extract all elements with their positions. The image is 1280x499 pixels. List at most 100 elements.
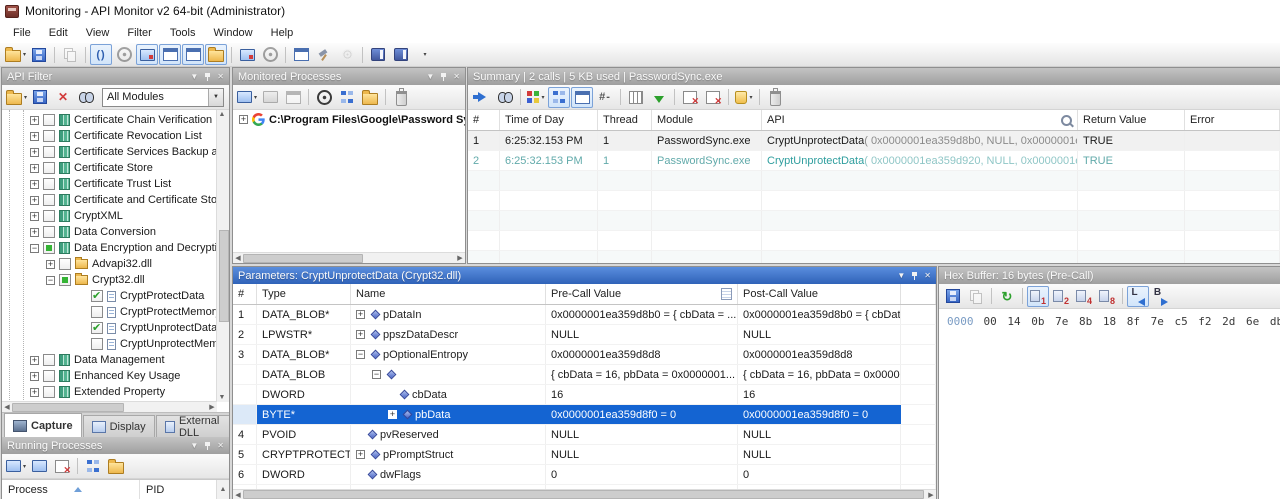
expander-icon[interactable]: +	[388, 410, 397, 419]
tree-checkbox[interactable]	[91, 338, 103, 350]
tree-item[interactable]: +CryptXML	[2, 208, 217, 224]
export-icon[interactable]	[648, 87, 670, 108]
attach-process-icon[interactable]	[259, 44, 281, 65]
toolbar-overflow-icon[interactable]: ▾	[413, 44, 435, 65]
pin-icon[interactable]	[911, 271, 918, 280]
tree-checkbox[interactable]	[91, 290, 103, 302]
save-buffer-icon[interactable]	[942, 286, 964, 307]
edit-monitor-icon[interactable]	[259, 87, 281, 108]
monitored-process-row[interactable]: + C:\Program Files\Google\Password Sync\…	[233, 110, 465, 126]
stop-monitor-icon[interactable]	[51, 456, 73, 477]
close-icon[interactable]: ✕	[217, 73, 224, 81]
clear-api-icon[interactable]	[679, 87, 701, 108]
panel-menu-icon[interactable]: ▼	[426, 73, 434, 81]
tree-checkbox[interactable]	[43, 386, 55, 398]
tree-checkbox[interactable]	[91, 306, 103, 318]
tree-item[interactable]: −Data Encryption and Decrypti	[2, 240, 217, 256]
tree-item[interactable]: +Certificate Store	[2, 160, 217, 176]
close-icon[interactable]: ✕	[217, 442, 224, 450]
tree-item[interactable]: +Certificate Services Backup an	[2, 144, 217, 160]
column-header-api[interactable]: API	[762, 110, 1078, 130]
close-icon[interactable]: ✕	[924, 272, 931, 280]
little-endian-icon[interactable]: L	[1127, 286, 1149, 307]
copy-buffer-icon[interactable]	[965, 286, 987, 307]
panel-menu-icon[interactable]: ▼	[190, 442, 198, 450]
group-1-byte-icon[interactable]: 1	[1027, 286, 1049, 307]
tree-checkbox[interactable]	[43, 130, 55, 142]
tree-checkbox[interactable]	[43, 114, 55, 126]
new-monitor-window-icon[interactable]	[136, 44, 158, 65]
tree-checkbox[interactable]	[43, 370, 55, 382]
expander-icon[interactable]: +	[30, 164, 39, 173]
tree-checkbox[interactable]	[43, 354, 55, 366]
fingerprint-icon[interactable]	[336, 44, 358, 65]
module-filter-combobox[interactable]: All Modules ▼	[102, 88, 224, 107]
find-api-icon[interactable]	[75, 87, 97, 108]
capture-braces-icon[interactable]: ()	[90, 44, 112, 65]
process-tree-icon[interactable]	[336, 87, 358, 108]
buffer-view-icon[interactable]	[721, 288, 732, 300]
remove-monitor-icon[interactable]	[282, 87, 304, 108]
locate-process-icon[interactable]	[313, 87, 335, 108]
expander-icon[interactable]: +	[30, 388, 39, 397]
expander-icon[interactable]: +	[356, 330, 365, 339]
delete-icon[interactable]	[390, 87, 412, 108]
tab-capture[interactable]: Capture	[4, 413, 82, 437]
column-header-process[interactable]: Process	[2, 480, 140, 499]
window-layout-icon[interactable]	[182, 44, 204, 65]
column-header-pre-call-value[interactable]: Pre-Call Value	[546, 284, 738, 304]
save-icon[interactable]	[28, 44, 50, 65]
process-tree-icon[interactable]	[82, 456, 104, 477]
tree-vertical-scrollbar[interactable]: ▲ ▼	[216, 110, 229, 402]
tree-item[interactable]: +Advapi32.dll	[2, 256, 217, 272]
tree-item[interactable]: −Crypt32.dll	[2, 272, 217, 288]
parameter-row[interactable]: 2LPWSTR*+ppszDataDescrNULLNULL	[233, 325, 936, 345]
expander-icon[interactable]: −	[372, 370, 381, 379]
column-header-module[interactable]: Module	[652, 110, 762, 130]
refresh-buffer-icon[interactable]: ↻	[996, 286, 1018, 307]
parameter-row[interactable]: 3DATA_BLOB*−pOptionalEntropy0x0000001ea3…	[233, 345, 936, 365]
delete-filter-icon[interactable]: ✕	[52, 87, 74, 108]
expander-icon[interactable]: +	[356, 450, 365, 459]
tree-item[interactable]: +Data Management	[2, 352, 217, 368]
pin-icon[interactable]	[204, 441, 211, 450]
columns-icon[interactable]	[625, 87, 647, 108]
tab-display[interactable]: Display	[83, 415, 155, 437]
highlight-grid-icon[interactable]: ▾	[525, 87, 547, 108]
copy-icon[interactable]	[59, 44, 81, 65]
find-icon[interactable]	[494, 87, 516, 108]
tree-checkbox[interactable]	[43, 146, 55, 158]
column-header--[interactable]: #	[233, 284, 257, 304]
expander-icon[interactable]: +	[356, 310, 365, 319]
parameter-row[interactable]: BYTE*+pbData0x0000001ea359d8f0 = 00x0000…	[233, 405, 936, 425]
search-icon[interactable]	[1061, 115, 1072, 126]
properties-icon[interactable]	[105, 456, 127, 477]
sequence-number-icon[interactable]: #-	[594, 87, 616, 108]
column-header-time-of-day[interactable]: Time of Day	[500, 110, 598, 130]
menu-item-tools[interactable]: Tools	[161, 22, 205, 43]
clear-module-icon[interactable]	[702, 87, 724, 108]
menu-item-window[interactable]: Window	[205, 22, 262, 43]
group-2-bytes-icon[interactable]: 2	[1050, 286, 1072, 307]
tree-item[interactable]: +Enhanced Key Usage	[2, 368, 217, 384]
stop-capture-icon[interactable]	[236, 44, 258, 65]
open-filter-icon[interactable]: ▾	[5, 87, 28, 108]
save-filter-icon[interactable]	[29, 87, 51, 108]
pin-icon[interactable]	[440, 72, 447, 81]
column-header-thread[interactable]: Thread	[598, 110, 652, 130]
tree-checkbox[interactable]	[59, 274, 71, 286]
display-window-icon[interactable]	[290, 44, 312, 65]
column-header-name[interactable]: Name	[351, 284, 546, 304]
column-header--[interactable]: #	[468, 110, 500, 130]
tree-item[interactable]: +Certificate Trust List	[2, 176, 217, 192]
combo-dropdown-icon[interactable]: ▼	[208, 89, 223, 106]
properties-icon[interactable]	[359, 87, 381, 108]
parameter-row[interactable]: 6DWORDdwFlags00	[233, 465, 936, 485]
library-icon[interactable]	[367, 44, 389, 65]
expander-icon[interactable]: +	[46, 260, 55, 269]
close-icon[interactable]: ✕	[453, 73, 460, 81]
monitored-horizontal-scrollbar[interactable]: ◀ ▶	[233, 252, 465, 263]
api-call-row[interactable]: 16:25:32.153 PM1PasswordSync.exeCryptUnp…	[468, 131, 1280, 151]
expander-icon[interactable]: +	[30, 356, 39, 365]
menu-item-view[interactable]: View	[77, 22, 119, 43]
